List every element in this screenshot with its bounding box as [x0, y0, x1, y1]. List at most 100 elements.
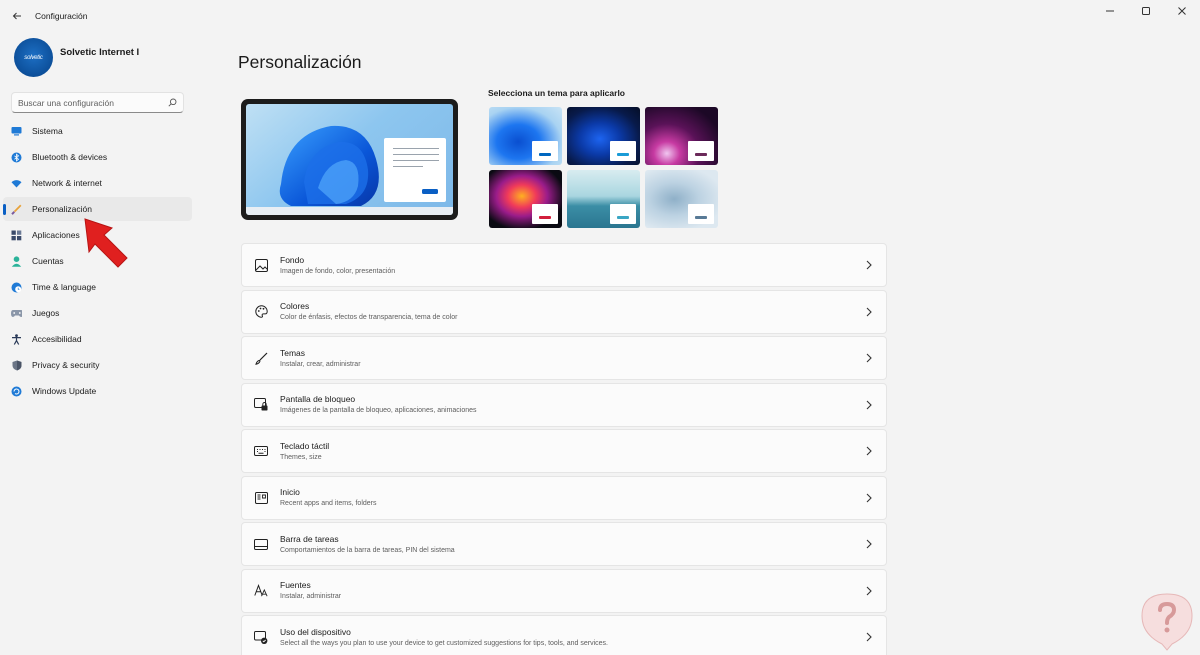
user-profile[interactable]: solvetic Solvetic Internet I [14, 38, 139, 77]
theme-card [688, 204, 714, 224]
sidebar-item-label: Personalización [32, 204, 93, 214]
device-usage-icon [254, 630, 268, 644]
profile-name: Solvetic Internet I [60, 47, 140, 58]
card-fuentes[interactable]: Fuentes Instalar, administrar [241, 568, 887, 613]
card-uso-dispositivo[interactable]: Uso del dispositivo Select all the ways y… [241, 615, 887, 655]
maximize-icon [1142, 7, 1150, 15]
monitor-icon [11, 126, 22, 137]
card-subtitle: Instalar, crear, administrar [280, 360, 361, 368]
brush-icon [11, 204, 22, 215]
theme-card [532, 141, 558, 161]
sidebar-item-label: Bluetooth & devices [32, 152, 108, 162]
sidebar-item-label: Cuentas [32, 256, 64, 266]
theme-windows-light[interactable] [489, 107, 562, 165]
sidebar-item-network[interactable]: Network & internet [3, 171, 192, 195]
shield-icon [11, 360, 22, 371]
close-icon [1178, 7, 1186, 15]
start-icon [254, 491, 268, 505]
chevron-right-icon [866, 632, 872, 642]
card-title: Barra de tareas [280, 533, 339, 544]
sidebar-item-label: Windows Update [32, 386, 97, 396]
search-input[interactable]: Buscar una configuración [18, 98, 168, 108]
bloom-wallpaper [246, 125, 453, 215]
avatar-text: solvetic [24, 54, 43, 61]
person-icon [11, 255, 22, 267]
card-teclado-tactil[interactable]: Teclado táctil Themes, size [241, 429, 887, 473]
card-subtitle: Imágenes de la pantalla de bloqueo, apli… [280, 407, 477, 414]
globe-clock-icon [11, 282, 22, 293]
accessibility-icon [11, 333, 22, 345]
card-title: Inicio [280, 487, 300, 497]
card-subtitle: Themes, size [280, 453, 322, 461]
card-temas[interactable]: Temas Instalar, crear, administrar [241, 336, 887, 380]
card-subtitle: Color de énfasis, efectos de transparenc… [280, 314, 458, 321]
sidebar-item-sistema[interactable]: Sistema [3, 119, 192, 143]
theme-glow[interactable] [645, 107, 718, 165]
theme-card [532, 204, 558, 224]
chevron-right-icon [866, 586, 872, 595]
sidebar-item-label: Privacy & security [32, 360, 100, 370]
theme-captured-motion[interactable] [489, 170, 562, 228]
sidebar-item-windows-update[interactable]: Windows Update [3, 379, 192, 403]
sidebar-item-accesibilidad[interactable]: Accesibilidad [3, 327, 192, 351]
sidebar-item-juegos[interactable]: Juegos [3, 301, 192, 325]
card-subtitle: Instalar, administrar [280, 593, 342, 600]
theme-card [688, 141, 714, 161]
card-fondo[interactable]: Fondo Imagen de fondo, color, presentació… [241, 243, 887, 287]
theme-grid [489, 107, 718, 228]
fonts-icon [254, 584, 268, 598]
title-bar: Configuración [0, 0, 1200, 32]
brush-icon [254, 351, 268, 365]
sidebar-item-time-language[interactable]: Time & language [3, 275, 192, 299]
apps-icon [11, 230, 22, 241]
bluetooth-icon [11, 152, 22, 163]
sidebar-item-label: Sistema [32, 126, 63, 136]
update-icon [11, 386, 22, 397]
page-title: Personalización [238, 52, 362, 72]
theme-card [610, 204, 636, 224]
card-barra-tareas[interactable]: Barra de tareas Comportamientos de la bar… [241, 522, 887, 566]
image-icon [254, 258, 268, 272]
theme-flow[interactable] [645, 170, 718, 228]
search-box[interactable]: Buscar una configuración [11, 92, 184, 113]
maximize-button[interactable] [1128, 0, 1164, 22]
close-button[interactable] [1164, 0, 1200, 22]
card-title: Pantalla de bloqueo [280, 394, 356, 404]
sidebar-item-bluetooth[interactable]: Bluetooth & devices [3, 145, 192, 169]
theme-windows-dark[interactable] [567, 107, 640, 165]
settings-cards: Fondo Imagen de fondo, color, presentació… [241, 243, 887, 655]
preview-screen [246, 104, 453, 215]
theme-select-label: Selecciona un tema para aplicarlo [488, 88, 626, 98]
palette-icon [254, 305, 268, 319]
minimize-button[interactable] [1092, 0, 1128, 22]
chevron-right-icon [866, 307, 872, 316]
chevron-right-icon [866, 400, 872, 409]
card-title: Uso del dispositivo [280, 626, 351, 637]
card-title: Colores [280, 301, 310, 311]
card-title: Teclado táctil [280, 440, 330, 451]
chevron-right-icon [866, 353, 872, 363]
app-title: Configuración [35, 11, 88, 21]
sidebar-item-label: Aplicaciones [32, 230, 80, 240]
theme-preview [241, 99, 458, 220]
lock-screen-icon [254, 398, 268, 412]
taskbar-icon [254, 537, 268, 551]
minimize-icon [1106, 10, 1114, 12]
sidebar-item-privacy[interactable]: Privacy & security [3, 353, 192, 377]
search-icon[interactable] [168, 98, 177, 107]
avatar: solvetic [14, 38, 53, 77]
chevron-right-icon [866, 260, 872, 270]
card-subtitle: Comportamientos de la barra de tareas, P… [280, 546, 455, 554]
card-inicio[interactable]: Inicio Recent apps and items, folders [241, 475, 887, 520]
sidebar-item-label: Juegos [32, 308, 60, 318]
card-pantalla-bloqueo[interactable]: Pantalla de bloqueo Imágenes de la pantal… [241, 382, 887, 427]
back-button[interactable] [3, 2, 31, 30]
card-subtitle: Imagen de fondo, color, presentación [280, 267, 396, 275]
pointer-arrow-annotation [84, 218, 128, 268]
sidebar-item-label: Time & language [32, 282, 96, 292]
sidebar-item-label: Network & internet [32, 178, 102, 188]
theme-sunrise[interactable] [567, 170, 640, 228]
card-colores[interactable]: Colores Color de énfasis, efectos de tran… [241, 289, 887, 334]
card-title: Temas [280, 347, 306, 358]
chevron-right-icon [866, 493, 872, 502]
